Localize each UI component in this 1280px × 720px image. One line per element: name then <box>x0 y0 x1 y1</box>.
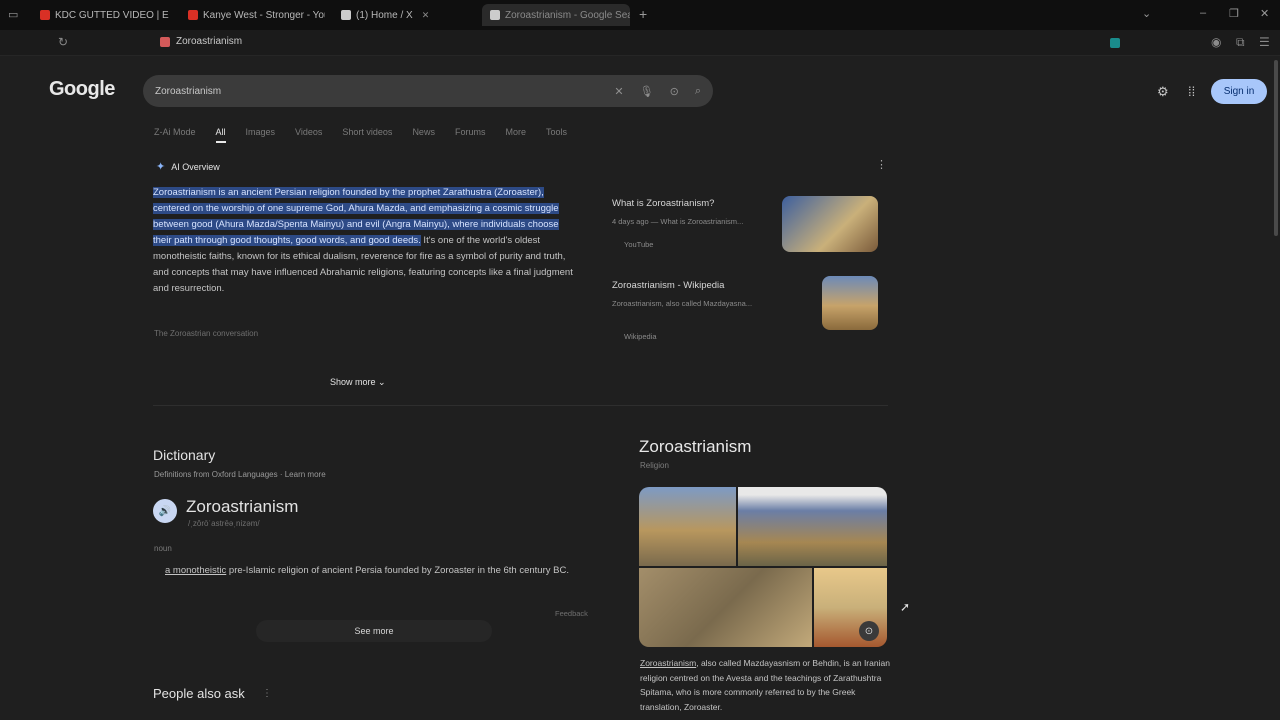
reload-icon[interactable]: ↻ <box>58 35 68 49</box>
new-tab-button[interactable]: + <box>639 6 647 22</box>
source-card-0[interactable]: What is Zoroastrianism? 4 days ago — Wha… <box>608 194 886 264</box>
filter-tools[interactable]: Tools <box>546 127 567 143</box>
lens-icon[interactable]: ⊙ <box>859 621 879 641</box>
dictionary-word: Zoroastrianism <box>186 497 299 516</box>
filter-news[interactable]: News <box>412 127 435 143</box>
see-more-button[interactable]: See more <box>256 620 492 642</box>
knowledge-panel-images[interactable]: ⊙ <box>639 487 887 647</box>
video-thumbnail[interactable] <box>782 196 878 252</box>
minimize-icon[interactable]: – <box>1200 7 1206 19</box>
maximize-icon[interactable]: ❐ <box>1229 7 1239 20</box>
filter-more[interactable]: More <box>505 127 526 143</box>
more-options-icon[interactable]: ⋮ <box>876 158 887 171</box>
site-favicon-icon <box>160 36 170 47</box>
x-favicon-icon <box>341 10 351 20</box>
filter-images[interactable]: Images <box>246 127 276 143</box>
clear-icon[interactable]: ✕ <box>614 85 623 98</box>
browser-toolbar: ↻ Zoroastrianism ◉ ⧉ ☰ <box>0 30 1280 56</box>
source-meta: YouTube <box>624 240 654 249</box>
close-icon[interactable]: ✕ <box>422 10 430 21</box>
divider <box>153 405 888 406</box>
description-link[interactable]: Zoroastrianism <box>640 658 696 668</box>
tab-strip: ▭ KDC GUTTED VIDEO | E ✕ Kanye West - St… <box>0 0 1280 30</box>
source-card-1[interactable]: Zoroastrianism - Wikipedia Zoroastrianis… <box>608 276 886 346</box>
image-tile[interactable] <box>639 568 812 647</box>
image-tile[interactable] <box>738 487 887 566</box>
filter-all[interactable]: All <box>215 127 226 143</box>
tab-1[interactable]: Kanye West - Stronger - YouTube ✕ <box>180 4 325 26</box>
extensions-puzzle-icon[interactable]: ⧉ <box>1236 35 1245 50</box>
people-also-ask-heading: People also ask <box>153 686 245 701</box>
speaker-icon[interactable]: 🔊 <box>153 499 177 523</box>
source-title[interactable]: What is Zoroastrianism? <box>612 198 714 209</box>
ai-overview-text: Zoroastrianism is an ancient Persian rel… <box>153 185 573 297</box>
source-snippet: 4 days ago — What is Zoroastrianism... <box>612 217 744 226</box>
knowledge-panel-description: Zoroastrianism, also called Mazdayasnism… <box>640 656 890 714</box>
youtube-favicon-icon <box>40 10 50 20</box>
lens-icon[interactable]: ⊙ <box>670 85 679 98</box>
google-favicon-icon <box>490 10 500 20</box>
definition-text: pre-Islamic religion of ancient Persia f… <box>226 565 569 576</box>
filter-videos[interactable]: Videos <box>295 127 322 143</box>
knowledge-panel-subtitle: Religion <box>640 461 669 470</box>
knowledge-panel-title: Zoroastrianism <box>639 437 752 456</box>
apps-grid-icon[interactable]: ⁞⁞ <box>1188 84 1195 99</box>
tab-search-icon[interactable]: ⌄ <box>1142 7 1151 20</box>
filter-forums[interactable]: Forums <box>455 127 486 143</box>
source-snippet: Zoroastrianism, also called Mazdayasna..… <box>612 299 753 308</box>
tab-label: (1) Home / X <box>356 9 413 21</box>
search-icon[interactable]: ⌕ <box>695 85 701 98</box>
scrollbar[interactable] <box>1274 60 1278 236</box>
tab-label: Kanye West - Stronger - YouTube <box>203 9 325 21</box>
dictionary-source[interactable]: Definitions from Oxford Languages · Lear… <box>154 470 326 479</box>
mic-icon[interactable]: 🎙 <box>640 85 654 98</box>
tab-2[interactable]: (1) Home / X ✕ <box>333 4 478 26</box>
profile-icon[interactable]: ◉ <box>1211 35 1221 49</box>
search-input[interactable] <box>155 85 615 97</box>
dictionary-definition: a monotheistic pre-Islamic religion of a… <box>165 563 575 578</box>
sign-in-button[interactable]: Sign in <box>1211 79 1267 104</box>
youtube-favicon-icon <box>188 10 198 20</box>
sparkle-icon: ✦ <box>156 161 166 173</box>
ai-overview-heading: ✦ AI Overview <box>156 160 220 173</box>
definition-link[interactable]: a monotheistic <box>165 565 226 576</box>
part-of-speech: noun <box>154 544 172 553</box>
image-tile[interactable] <box>639 487 736 566</box>
tab-0[interactable]: KDC GUTTED VIDEO | E ✕ <box>32 4 172 26</box>
address-title: Zoroastrianism <box>176 36 243 47</box>
more-options-icon[interactable]: ⋮ <box>262 688 272 699</box>
dictionary-heading: Dictionary <box>153 447 216 463</box>
ai-overview-note[interactable]: The Zoroastrian conversation <box>154 329 258 338</box>
dictionary-pronunciation: /ˌzôrōˈastrēəˌnizəm/ <box>188 519 260 528</box>
ai-overview-title: AI Overview <box>171 161 220 172</box>
close-window-icon[interactable]: ✕ <box>1260 7 1269 20</box>
search-filters: Z-Ai Mode All Images Videos Short videos… <box>154 127 567 143</box>
tab-label: KDC GUTTED VIDEO | E <box>55 9 169 21</box>
google-logo[interactable]: Google <box>49 78 115 101</box>
source-meta: Wikipedia <box>624 332 657 341</box>
tab-actions-icon[interactable]: ▭ <box>8 8 18 21</box>
extension-icon[interactable] <box>1110 38 1120 48</box>
menu-icon[interactable]: ☰ <box>1259 35 1270 49</box>
search-box[interactable]: ✕ 🎙 ⊙ ⌕ <box>143 75 713 107</box>
tab-label: Zoroastrianism - Google Search <box>505 9 630 21</box>
settings-icon[interactable]: ⚙ <box>1157 84 1169 100</box>
address-bar[interactable]: Zoroastrianism <box>160 36 242 47</box>
tab-3[interactable]: Zoroastrianism - Google Search ✕ <box>482 4 630 26</box>
mouse-cursor-icon: ➚ <box>900 600 911 614</box>
filter-short-videos[interactable]: Short videos <box>342 127 392 143</box>
filter-ai-mode[interactable]: Z-Ai Mode <box>154 127 196 143</box>
source-title[interactable]: Zoroastrianism - Wikipedia <box>612 280 724 291</box>
article-thumbnail[interactable] <box>822 276 878 330</box>
feedback-link[interactable]: Feedback <box>555 609 588 618</box>
show-more-label: Show more <box>330 377 376 387</box>
show-more-button[interactable]: Show more ⌄ <box>330 377 386 388</box>
